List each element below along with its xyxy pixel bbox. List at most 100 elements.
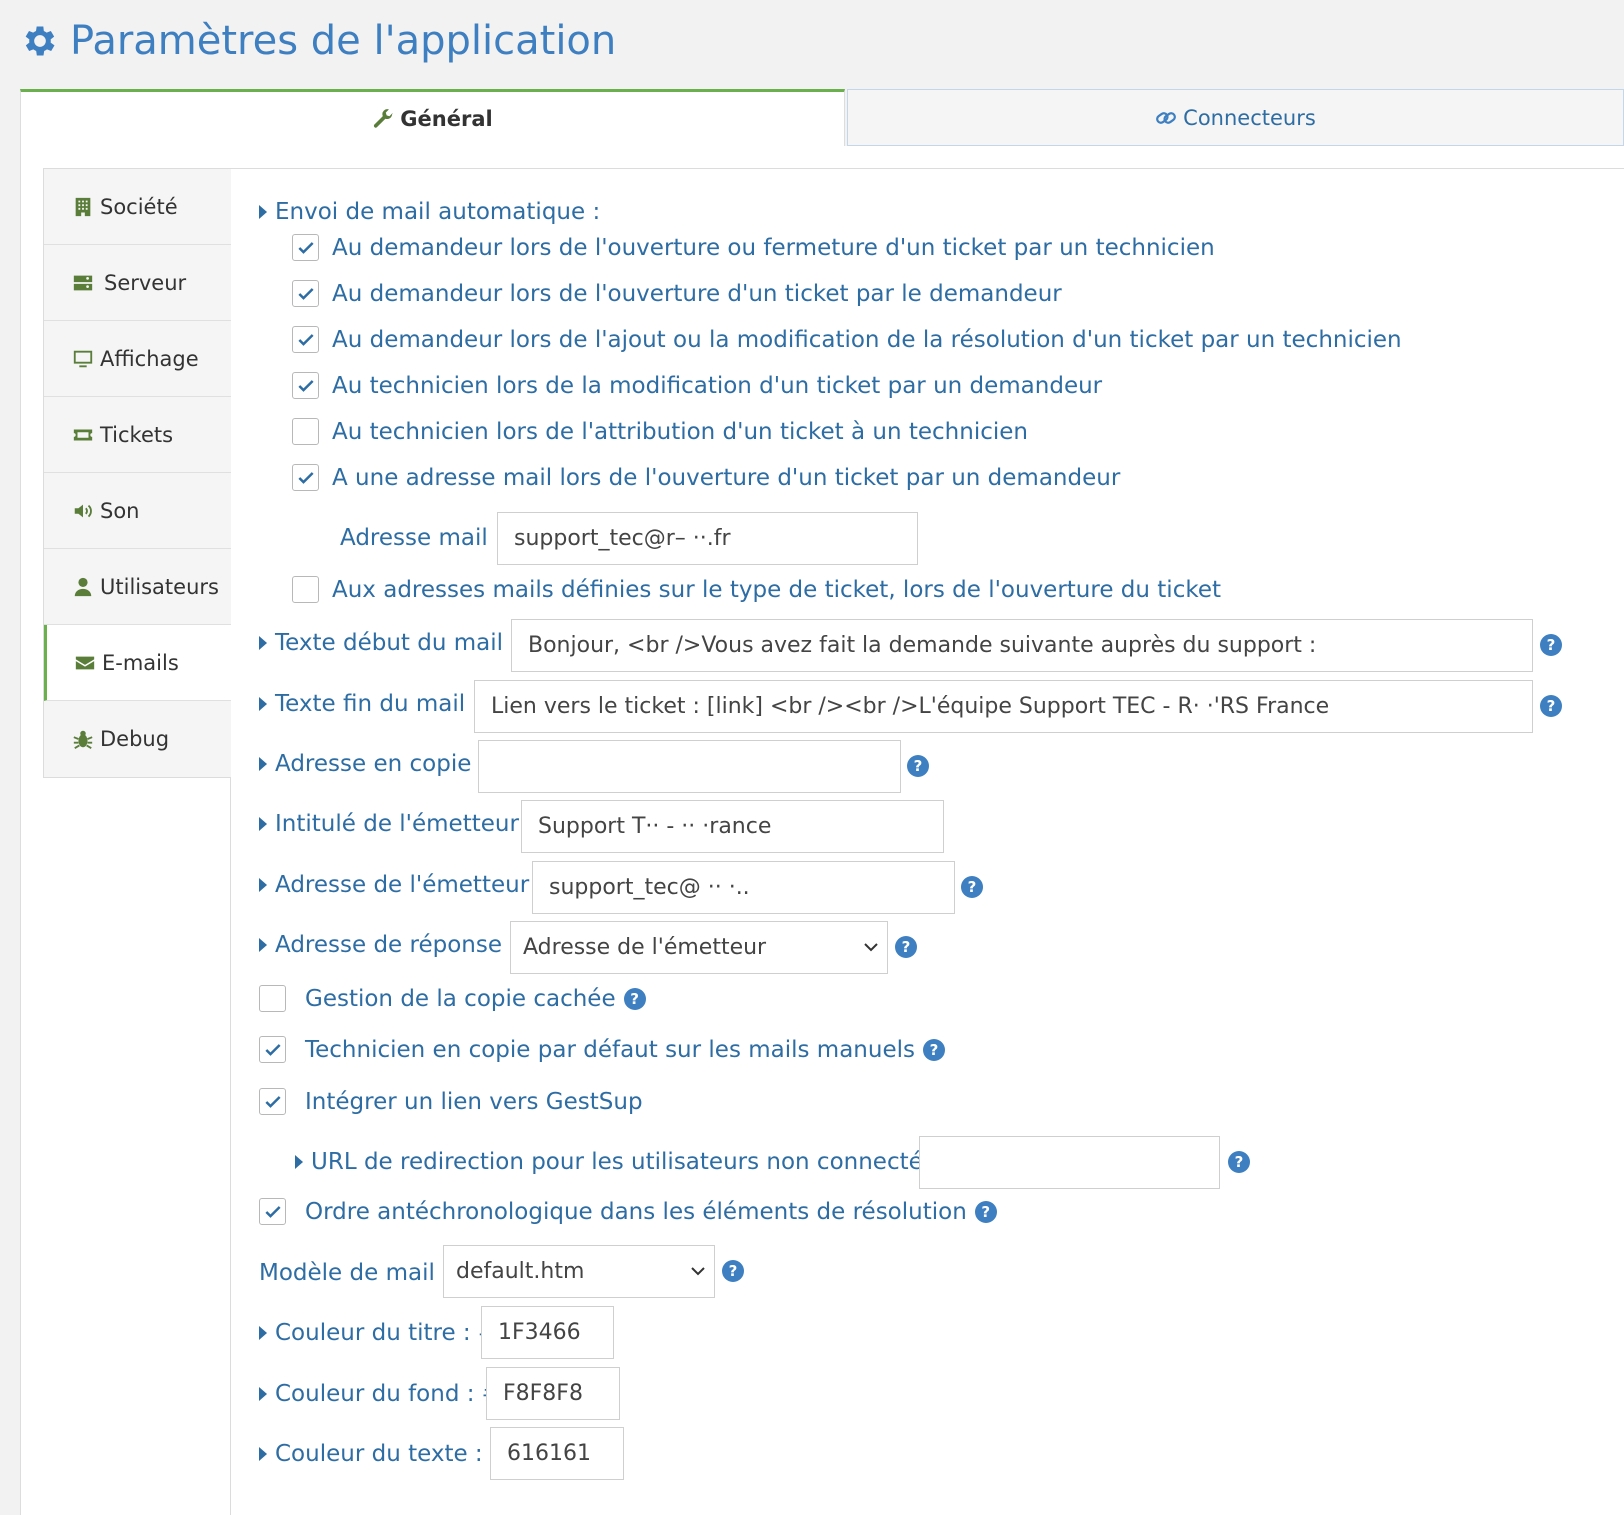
cc-label: Adresse en copie : [259,751,486,777]
caret-right-icon [259,1387,267,1401]
start-text-input[interactable]: Bonjour, <br />Vous avez fait la demande… [511,619,1533,672]
sidebar-item-debug[interactable]: Debug [44,701,231,777]
redirect-input[interactable] [919,1136,1220,1189]
checkbox[interactable] [259,985,286,1012]
tab-general-label: Général [400,107,493,131]
help-icon[interactable]: ? [623,987,646,1010]
help-icon[interactable]: ? [907,755,929,777]
sidebar-item-label: Debug [100,727,170,751]
type-addresses-option[interactable]: Aux adresses mails définies sur le type … [292,576,1221,603]
checkbox[interactable] [292,576,319,603]
checkbox[interactable] [259,1036,286,1063]
checkbox[interactable] [292,280,319,307]
help-icon[interactable]: ? [895,936,917,958]
sender-name-input[interactable]: Support T·· - ·· ·rance [521,800,944,853]
cc-input[interactable] [478,740,901,793]
sidebar-item-emails[interactable]: E-mails [44,625,231,701]
ticket-icon [73,429,93,440]
chevron-down-icon [864,943,878,952]
sender-name-label-text: Intitulé de l'émetteur : [275,811,534,837]
sidebar-item-serveur[interactable]: Serveur [44,245,231,321]
reply-label: Adresse de réponse : [259,932,517,958]
antechrono-label: Ordre antéchronologique dans les élément… [305,1198,967,1225]
auto-option-label: Au demandeur lors de l'ouverture ou ferm… [332,234,1215,261]
antechrono-option[interactable]: Ordre antéchronologique dans les élément… [259,1198,997,1225]
start-text-label: Texte début du mail : [259,630,518,656]
checkbox[interactable] [259,1198,286,1225]
checkbox[interactable] [292,418,319,445]
bcc-option[interactable]: Gestion de la copie cachée ? [259,985,646,1012]
user-icon [74,577,92,596]
auto-option-6[interactable]: A une adresse mail lors de l'ouverture d… [292,464,1120,491]
auto-option-1[interactable]: Au demandeur lors de l'ouverture ou ferm… [292,234,1215,261]
chevron-down-icon [691,1267,705,1276]
end-text-input[interactable]: Lien vers le ticket : [link] <br /><br /… [474,680,1533,733]
help-icon[interactable]: ? [722,1260,744,1282]
checkbox[interactable] [292,234,319,261]
gestsup-link-option[interactable]: Intégrer un lien vers GestSup [259,1088,643,1115]
sidebar-item-tickets[interactable]: Tickets [44,397,231,473]
sidebar-item-son[interactable]: Son [44,473,231,549]
bg-color-input[interactable]: F8F8F8 [486,1367,620,1420]
template-label-text: Modèle de mail : [259,1260,450,1286]
gestsup-link-label: Intégrer un lien vers GestSup [305,1088,643,1115]
auto-mail-heading-text: Envoi de mail automatique : [275,199,601,225]
checkbox[interactable] [259,1088,286,1115]
help-icon[interactable]: ? [1540,634,1562,656]
help-icon[interactable]: ? [974,1200,997,1223]
help-icon[interactable]: ? [961,876,983,898]
title-color-input[interactable]: 1F3466 [481,1306,614,1359]
auto-option-label: Au demandeur lors de l'ouverture d'un ti… [332,280,1062,307]
reply-label-text: Adresse de réponse : [275,932,518,958]
check-icon [297,379,314,392]
check-icon [297,471,314,484]
speaker-icon [74,504,92,517]
tech-cc-label: Technicien en copie par défaut sur les m… [305,1036,915,1063]
caret-right-icon [259,817,267,831]
sidebar-item-label: Serveur [104,270,187,295]
monitor-icon [73,350,93,367]
help-icon[interactable]: ? [1228,1151,1250,1173]
sender-addr-input[interactable]: support_tec@ ·· ·.. [532,861,955,914]
auto-option-3[interactable]: Au demandeur lors de l'ajout ou la modif… [292,326,1402,353]
address-input[interactable]: support_tec@r– ··.fr [497,512,918,565]
bg-color-label-text: Couleur du fond : # [275,1381,502,1407]
text-color-input[interactable]: 616161 [490,1427,624,1480]
caret-right-icon [259,1447,267,1461]
server-icon [73,275,93,290]
wrench-icon [374,109,393,128]
auto-option-label: A une adresse mail lors de l'ouverture d… [332,464,1121,491]
caret-right-icon [259,205,267,219]
sidebar-item-affichage[interactable]: Affichage [44,321,231,397]
check-icon [264,1205,281,1218]
help-icon[interactable]: ? [1540,695,1562,717]
start-text-label-text: Texte début du mail : [275,630,519,656]
sender-addr-label: Adresse de l'émetteur : [259,872,544,898]
caret-right-icon [259,757,267,771]
tab-connecteurs-label: Connecteurs [1183,105,1316,130]
sidebar-item-label: Affichage [100,346,199,371]
sender-addr-label-text: Adresse de l'émetteur : [275,872,545,898]
end-text-label-text: Texte fin du mail : [275,691,481,717]
sidebar-item-label: Utilisateurs [100,574,219,599]
checkbox[interactable] [292,464,319,491]
tab-connecteurs[interactable]: Connecteurs [847,89,1624,146]
reply-select-value: Adresse de l'émetteur [523,935,767,960]
auto-option-4[interactable]: Au technicien lors de la modification d'… [292,372,1102,399]
checkbox[interactable] [292,372,319,399]
link-icon [1156,111,1177,124]
auto-option-2[interactable]: Au demandeur lors de l'ouverture d'un ti… [292,280,1062,307]
help-icon[interactable]: ? [922,1038,945,1061]
address-label-text: Adresse mail : [340,525,503,551]
tab-general[interactable]: Général [20,89,845,146]
top-tabs: Général Connecteurs [20,89,1624,146]
reply-select[interactable]: Adresse de l'émetteur [510,921,888,974]
sidebar-item-utilisateurs[interactable]: Utilisateurs [44,549,231,625]
tech-cc-option[interactable]: Technicien en copie par défaut sur les m… [259,1036,945,1063]
auto-option-5[interactable]: Au technicien lors de l'attribution d'un… [292,418,1028,445]
sidebar-item-societe[interactable]: Société [44,169,231,245]
check-icon [264,1095,281,1108]
sidebar-item-label: Son [100,498,140,523]
template-select[interactable]: default.htm [443,1245,715,1298]
checkbox[interactable] [292,326,319,353]
